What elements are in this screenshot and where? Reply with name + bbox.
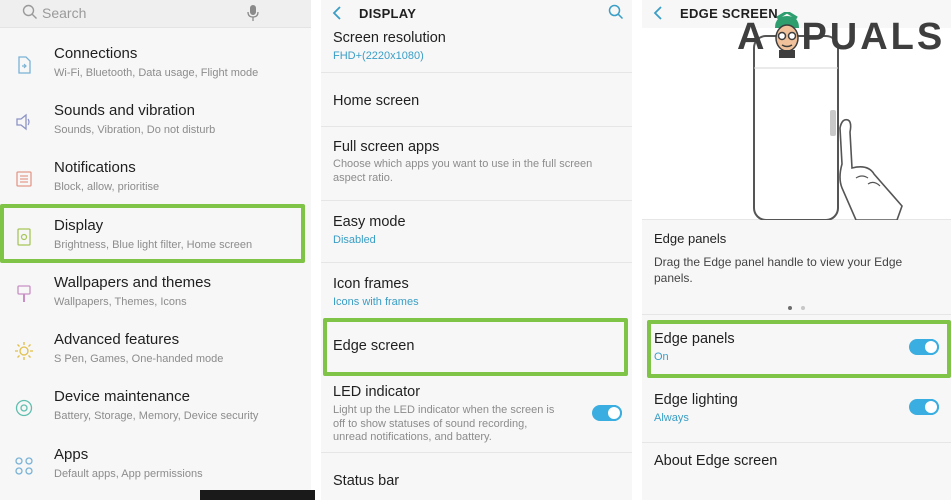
search-input[interactable]: Search bbox=[42, 5, 86, 21]
search-icon[interactable] bbox=[608, 4, 624, 20]
edge-panels-toggle[interactable] bbox=[909, 339, 939, 355]
settings-item-subtitle: Battery, Storage, Memory, Device securit… bbox=[54, 410, 259, 422]
edge-panels-section-label: Edge panels bbox=[654, 231, 727, 246]
settings-item-title: Advanced features bbox=[54, 331, 180, 348]
settings-item-subtitle: S Pen, Games, One-handed mode bbox=[54, 353, 224, 365]
divider bbox=[321, 126, 632, 127]
back-arrow-icon[interactable] bbox=[331, 5, 343, 21]
setting-edge-screen[interactable]: Edge screen bbox=[321, 322, 632, 374]
device-maintenance-icon bbox=[15, 399, 33, 417]
toggle-knob bbox=[923, 399, 939, 415]
setting-easy-mode[interactable]: Easy mode Disabled bbox=[321, 204, 632, 260]
settings-item-title: Device maintenance bbox=[54, 388, 190, 405]
page-indicator bbox=[788, 297, 814, 315]
setting-icon-frames[interactable]: Icon frames Icons with frames bbox=[321, 266, 632, 320]
divider bbox=[321, 452, 632, 453]
settings-item-device-maintenance[interactable]: Device maintenance Battery, Storage, Mem… bbox=[0, 381, 311, 438]
edge-screen-panel: EDGE SCREEN A PUALS Edge panels Drag the … bbox=[642, 0, 951, 500]
bottom-bar bbox=[200, 490, 315, 500]
settings-item-sounds[interactable]: Sounds and vibration Sounds, Vibration, … bbox=[0, 95, 311, 152]
divider bbox=[321, 262, 632, 263]
setting-title: Edge screen bbox=[333, 338, 415, 354]
edge-panels-description: Drag the Edge panel handle to view your … bbox=[654, 255, 903, 285]
settings-item-notifications[interactable]: Notifications Block, allow, prioritise bbox=[0, 152, 311, 209]
setting-title: Full screen apps bbox=[333, 139, 440, 155]
setting-value: On bbox=[654, 351, 669, 363]
setting-edge-lighting[interactable]: Edge lighting Always bbox=[642, 384, 951, 440]
settings-item-display[interactable]: Display Brightness, Blue light filter, H… bbox=[0, 210, 311, 267]
toggle-knob bbox=[923, 339, 939, 355]
setting-title: Home screen bbox=[333, 93, 420, 109]
settings-item-title: Wallpapers and themes bbox=[54, 274, 212, 291]
settings-item-advanced-features[interactable]: Advanced features S Pen, Games, One-hand… bbox=[0, 324, 311, 381]
settings-item-title: Apps bbox=[54, 446, 89, 463]
page-title: DISPLAY bbox=[359, 6, 417, 21]
settings-item-subtitle: Wallpapers, Themes, Icons bbox=[54, 296, 187, 308]
sound-icon bbox=[16, 113, 30, 131]
setting-about-edge-screen[interactable]: About Edge screen bbox=[642, 446, 951, 486]
divider bbox=[321, 200, 632, 201]
settings-item-subtitle: Wi-Fi, Bluetooth, Data usage, Flight mod… bbox=[54, 67, 259, 79]
settings-item-subtitle: Default apps, App permissions bbox=[54, 468, 203, 480]
setting-title: LED indicator bbox=[333, 384, 421, 400]
settings-item-wallpapers[interactable]: Wallpapers and themes Wallpapers, Themes… bbox=[0, 267, 311, 324]
setting-title: About Edge screen bbox=[654, 453, 778, 469]
mic-icon[interactable] bbox=[246, 4, 260, 22]
led-indicator-toggle[interactable] bbox=[592, 405, 622, 421]
divider bbox=[321, 72, 632, 73]
setting-status-bar[interactable]: Status bar bbox=[321, 458, 632, 500]
search-icon bbox=[22, 4, 37, 19]
page-dot-active bbox=[788, 306, 792, 310]
toggle-knob bbox=[606, 405, 622, 421]
settings-panel: Search Connections Wi-Fi, Bluetooth, Dat… bbox=[0, 0, 311, 500]
logo-letters-puals: PUALS bbox=[801, 16, 946, 58]
display-header: DISPLAY bbox=[321, 0, 632, 28]
settings-item-apps[interactable]: Apps Default apps, App permissions bbox=[0, 439, 311, 496]
setting-home-screen[interactable]: Home screen bbox=[321, 80, 632, 122]
logo-letter-a: A bbox=[737, 16, 768, 58]
divider bbox=[642, 314, 951, 315]
setting-full-screen-apps[interactable]: Full screen apps Choose which apps you w… bbox=[321, 130, 632, 200]
display-icon bbox=[17, 228, 31, 246]
setting-title: Easy mode bbox=[333, 214, 406, 230]
edge-lighting-toggle[interactable] bbox=[909, 399, 939, 415]
settings-item-subtitle: Brightness, Blue light filter, Home scre… bbox=[54, 239, 253, 251]
apps-icon bbox=[15, 457, 33, 475]
setting-value: Icons with frames bbox=[333, 296, 419, 308]
page-dot bbox=[801, 306, 805, 310]
setting-value: Always bbox=[654, 412, 689, 424]
setting-title: Edge panels bbox=[654, 331, 735, 347]
settings-item-title: Display bbox=[54, 217, 104, 234]
logo-mascot-icon bbox=[775, 12, 799, 58]
setting-description: Light up the LED indicator when the scre… bbox=[333, 404, 555, 443]
display-panel: DISPLAY Screen resolution FHD+(2220x1080… bbox=[321, 0, 632, 500]
settings-item-subtitle: Sounds, Vibration, Do not disturb bbox=[54, 124, 216, 136]
setting-value: FHD+(2220x1080) bbox=[333, 50, 424, 62]
settings-item-subtitle: Block, allow, prioritise bbox=[54, 181, 160, 193]
search-bar[interactable]: Search bbox=[0, 0, 311, 28]
settings-item-connections[interactable]: Connections Wi-Fi, Bluetooth, Data usage… bbox=[0, 38, 311, 95]
setting-title: Status bar bbox=[333, 473, 400, 489]
notifications-icon bbox=[16, 171, 32, 187]
advanced-features-icon bbox=[15, 342, 33, 360]
connections-icon bbox=[18, 56, 31, 74]
setting-value: Disabled bbox=[333, 234, 376, 246]
setting-title: Screen resolution bbox=[333, 30, 446, 46]
wallpaper-icon bbox=[17, 285, 31, 302]
divider bbox=[642, 442, 951, 443]
setting-title: Edge lighting bbox=[654, 392, 738, 408]
setting-led-indicator[interactable]: LED indicator Light up the LED indicator… bbox=[321, 378, 632, 448]
setting-edge-panels[interactable]: Edge panels On bbox=[642, 322, 951, 378]
settings-item-title: Sounds and vibration bbox=[54, 102, 195, 119]
back-arrow-icon[interactable] bbox=[652, 5, 664, 21]
setting-title: Icon frames bbox=[333, 276, 409, 292]
setting-screen-resolution[interactable]: Screen resolution FHD+(2220x1080) bbox=[321, 28, 632, 70]
settings-item-title: Notifications bbox=[54, 159, 136, 176]
setting-description: Choose which apps you want to use in the… bbox=[333, 158, 593, 184]
settings-item-title: Connections bbox=[54, 45, 138, 62]
